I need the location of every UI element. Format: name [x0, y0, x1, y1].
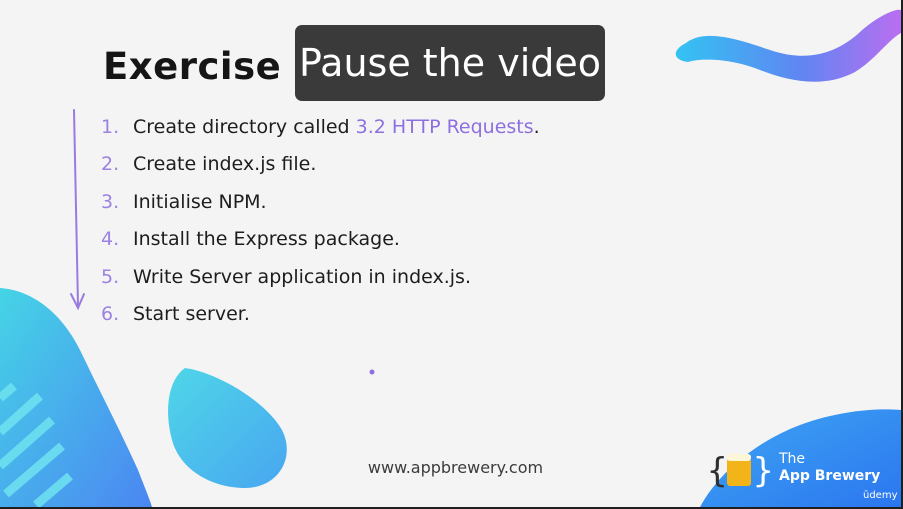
step-text: Create directory called 3.2 HTTP Request… [133, 115, 540, 138]
step-number: 1. [101, 115, 120, 138]
step-number: 4. [101, 228, 120, 251]
pause-video-overlay: Pause the video [295, 25, 605, 101]
curly-braces-beer-mug-icon: { } [707, 451, 773, 491]
svg-text:{: { [707, 451, 727, 491]
step-number: 3. [101, 190, 120, 213]
brand-name-line1: The [779, 451, 806, 467]
small-dot-shape [369, 369, 375, 375]
step-text: Install the Express package. [133, 228, 400, 251]
step-number: 6. [101, 303, 120, 326]
step-text: Initialise NPM. [133, 190, 267, 213]
step-text: Write Server application in index.js. [133, 265, 471, 288]
exercise-steps-list: 1. Create directory called 3.2 HTTP Requ… [101, 108, 540, 333]
highlighted-folder-name: 3.2 HTTP Requests [355, 115, 534, 138]
app-brewery-brand: { } The App Brewery [707, 446, 887, 494]
slide-frame: Exercise Pause the video 1. Create direc… [0, 0, 901, 507]
step-text: Start server. [133, 303, 250, 326]
step-text: Create index.js file. [133, 153, 317, 176]
list-item: 4. Install the Express package. [101, 221, 540, 259]
list-item: 3. Initialise NPM. [101, 183, 540, 221]
slide-title: Exercise [103, 45, 282, 88]
step-number: 5. [101, 265, 120, 288]
down-arrow-icon [70, 109, 85, 311]
udemy-watermark: ūdemy [863, 490, 898, 501]
list-item: 6. Start server. [101, 296, 540, 334]
list-item: 1. Create directory called 3.2 HTTP Requ… [101, 108, 540, 146]
svg-text:}: } [753, 451, 773, 491]
step-number: 2. [101, 153, 120, 176]
brand-name-line2: App Brewery [779, 468, 881, 484]
list-item: 2. Create index.js file. [101, 146, 540, 184]
top-right-wave-shape [675, 9, 901, 82]
list-item: 5. Write Server application in index.js. [101, 258, 540, 296]
